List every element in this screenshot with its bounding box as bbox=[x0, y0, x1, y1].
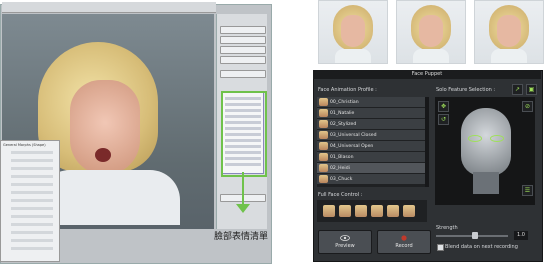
full-face-preset[interactable] bbox=[403, 205, 415, 217]
blend-label: Blend data on next recording bbox=[445, 244, 518, 250]
morph-slider-row[interactable] bbox=[11, 215, 53, 218]
annotation-arrow-icon bbox=[236, 204, 250, 213]
record-button[interactable]: Record bbox=[377, 230, 431, 254]
full-face-preset[interactable] bbox=[355, 205, 367, 217]
side-panel-button[interactable] bbox=[220, 70, 266, 78]
profile-avatar-icon bbox=[319, 131, 328, 139]
profile-item-label: 01_Natalie bbox=[330, 110, 355, 116]
list-view-icon[interactable]: ☰ bbox=[522, 185, 533, 196]
left-eye-feature[interactable] bbox=[468, 135, 482, 142]
profile-item-label: 03_Chuck bbox=[330, 176, 353, 182]
thumbnail-body bbox=[335, 49, 371, 63]
morph-slider-row[interactable] bbox=[11, 175, 53, 178]
profile-avatar-icon bbox=[319, 109, 328, 117]
thumbnail-body bbox=[413, 49, 449, 63]
morph-slider-row[interactable] bbox=[11, 239, 53, 242]
morph-slider-row[interactable] bbox=[11, 247, 53, 250]
character-mouth bbox=[95, 148, 111, 162]
side-panel-button[interactable] bbox=[220, 46, 266, 54]
right-eye-feature[interactable] bbox=[490, 135, 504, 142]
pose-thumbnail-2 bbox=[396, 0, 466, 64]
preview-button-label: Preview bbox=[335, 243, 355, 249]
side-panel-button[interactable] bbox=[220, 56, 266, 64]
strength-slider-handle[interactable] bbox=[472, 232, 478, 239]
preview-button[interactable]: Preview bbox=[318, 230, 372, 254]
blend-checkbox[interactable] bbox=[437, 244, 444, 251]
profile-scrollbar[interactable] bbox=[425, 97, 429, 187]
profile-item-label: 02_Stylized bbox=[330, 121, 357, 127]
profile-avatar-icon bbox=[319, 153, 328, 161]
thumbnail-face bbox=[341, 15, 365, 47]
reset-icon[interactable]: ↺ bbox=[438, 114, 449, 125]
profile-item-label: 04_Universal Open bbox=[330, 143, 374, 149]
profile-item[interactable]: 03_Universal Closed bbox=[317, 130, 425, 141]
profile-item[interactable]: 01_Blason bbox=[317, 152, 425, 163]
annotation-caption: 臉部表情清單 bbox=[214, 232, 269, 242]
profile-item[interactable]: 00_Christian bbox=[317, 97, 425, 108]
side-panel-button[interactable] bbox=[220, 26, 266, 34]
morph-slider-row[interactable] bbox=[11, 199, 53, 202]
profile-avatar-icon bbox=[319, 98, 328, 106]
profile-label: Face Animation Profile : bbox=[318, 87, 377, 93]
highlight-box bbox=[221, 91, 267, 177]
profile-avatar-icon bbox=[319, 175, 328, 183]
morph-slider-row[interactable] bbox=[11, 151, 53, 154]
full-face-preset[interactable] bbox=[323, 205, 335, 217]
morph-slider-row[interactable] bbox=[11, 191, 53, 194]
morph-slider-row[interactable] bbox=[11, 167, 53, 170]
record-button-label: Record bbox=[395, 243, 413, 249]
full-face-control[interactable] bbox=[317, 200, 427, 222]
morph-slider-row[interactable] bbox=[11, 159, 53, 162]
strength-value[interactable]: 1.0 bbox=[514, 231, 528, 240]
profile-list[interactable]: 00_Christian 01_Natalie 02_Stylized 03_U… bbox=[317, 97, 427, 187]
record-icon bbox=[401, 235, 407, 241]
full-face-preset[interactable] bbox=[387, 205, 399, 217]
morph-panel-title: General Morphs (Shape) bbox=[3, 143, 46, 147]
profile-item[interactable]: 01_Natalie bbox=[317, 108, 425, 119]
profile-item-selected[interactable]: 02_Heidi bbox=[317, 163, 425, 174]
profile-item[interactable]: 02_Stylized bbox=[317, 119, 425, 130]
profile-avatar-icon bbox=[319, 120, 328, 128]
profile-item[interactable]: 03_Chuck bbox=[317, 174, 425, 185]
neck-feature bbox=[473, 172, 499, 194]
profile-item-label: 01_Blason bbox=[330, 154, 354, 160]
profile-item-label: 03_Universal Closed bbox=[330, 132, 377, 138]
select-icon[interactable]: ✥ bbox=[438, 101, 449, 112]
morph-slider-row[interactable] bbox=[11, 231, 53, 234]
pose-thumbnail-1 bbox=[318, 0, 388, 64]
eye-icon bbox=[340, 235, 350, 241]
head-model[interactable] bbox=[461, 108, 511, 176]
profile-item-label: 02_Heidi bbox=[330, 165, 350, 171]
thumbnail-face bbox=[497, 15, 521, 47]
thumbnail-face bbox=[419, 15, 443, 47]
pose-thumbnail-3 bbox=[474, 0, 544, 64]
character-shirt bbox=[40, 170, 180, 225]
morph-slider-row[interactable] bbox=[11, 223, 53, 226]
morph-panel: General Morphs (Shape) bbox=[0, 140, 60, 262]
editor-toolbar bbox=[2, 2, 216, 13]
side-panel-button[interactable] bbox=[220, 36, 266, 44]
strength-label: Strength bbox=[436, 225, 458, 231]
morph-slider-row[interactable] bbox=[11, 207, 53, 210]
profile-avatar-icon bbox=[319, 142, 328, 150]
full-face-label: Full Face Control : bbox=[318, 192, 363, 198]
annotation-arrow-line bbox=[242, 172, 244, 206]
profile-item-label: 00_Christian bbox=[330, 99, 359, 105]
full-face-preset[interactable] bbox=[371, 205, 383, 217]
profile-item[interactable]: 04_Universal Open bbox=[317, 141, 425, 152]
feature-label: Solo Feature Selection : bbox=[436, 87, 496, 93]
face-puppet-title: Face Puppet bbox=[313, 70, 541, 79]
save-icon[interactable]: ▣ bbox=[526, 84, 537, 95]
full-face-preset[interactable] bbox=[339, 205, 351, 217]
open-folder-icon[interactable]: ↗ bbox=[512, 84, 523, 95]
thumbnail-body bbox=[491, 49, 527, 63]
morph-slider-row[interactable] bbox=[11, 183, 53, 186]
link-icon[interactable]: ⊘ bbox=[522, 101, 533, 112]
profile-avatar-icon bbox=[319, 164, 328, 172]
